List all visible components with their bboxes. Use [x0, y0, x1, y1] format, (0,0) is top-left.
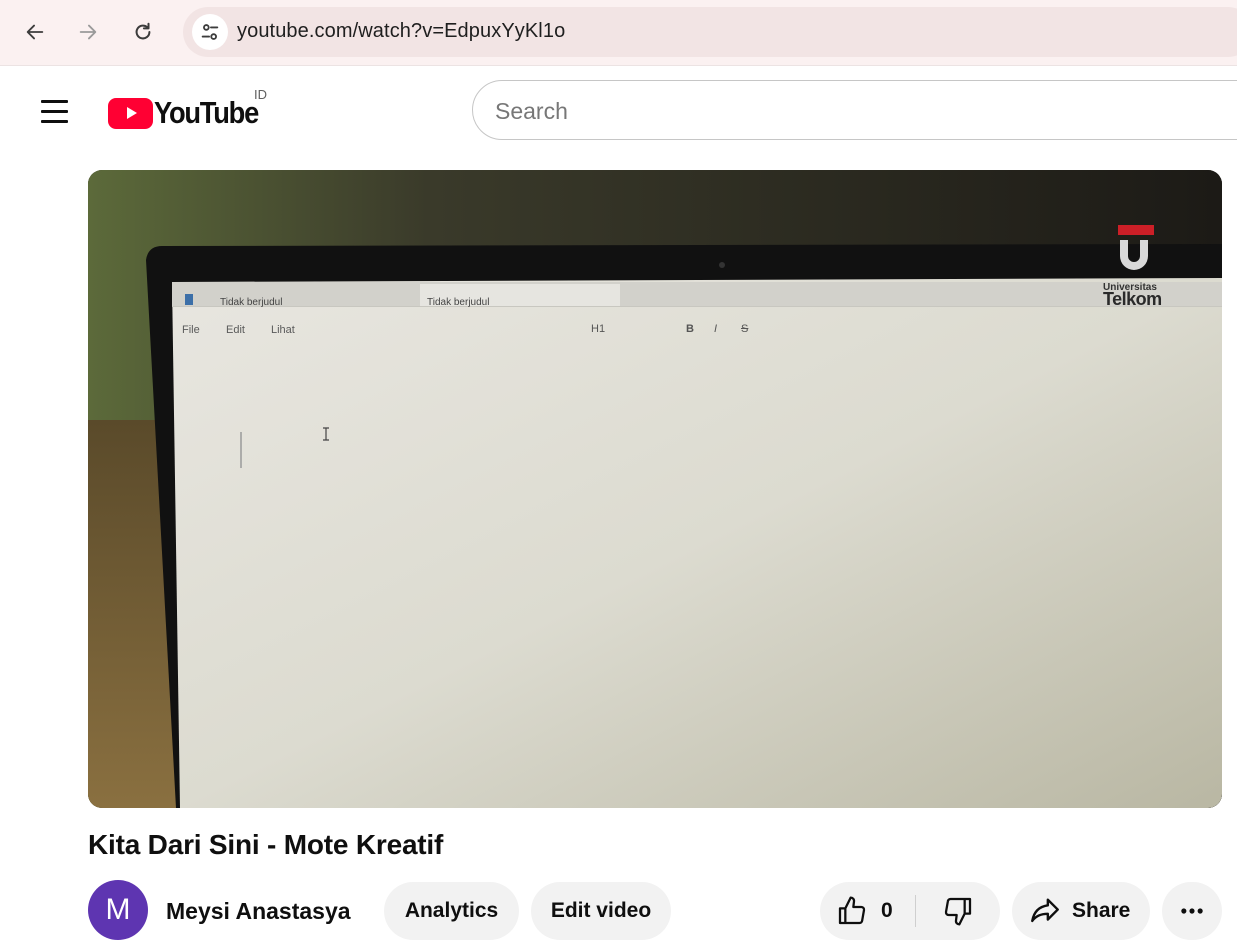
menu-icon[interactable] [34, 91, 74, 131]
video-bold-tool: B [686, 323, 694, 335]
share-label: Share [1072, 899, 1131, 922]
video-player[interactable]: Tidak berjudul Tidak berjudul File Edit … [88, 170, 1222, 808]
video-frame-image [88, 170, 1222, 808]
like-button[interactable]: 0 [820, 882, 915, 940]
forward-button[interactable] [70, 14, 106, 50]
arrow-right-icon [79, 24, 97, 40]
tune-icon [201, 24, 219, 40]
reload-icon [135, 22, 151, 40]
browser-toolbar: youtube.com/watch?v=EdpuxYyKl1o [0, 0, 1237, 66]
channel-avatar[interactable]: M [88, 880, 148, 940]
site-info-button[interactable] [192, 14, 228, 50]
edit-video-button[interactable]: Edit video [531, 882, 671, 940]
url-text[interactable]: youtube.com/watch?v=EdpuxYyKl1o [237, 20, 565, 43]
video-tab-1: Tidak berjudul [220, 297, 283, 308]
video-menu-edit: Edit [226, 324, 245, 336]
thumbs-down-icon [944, 897, 972, 926]
more-actions-button[interactable] [1162, 882, 1222, 940]
video-strike-tool: S [741, 323, 749, 335]
more-horizontal-icon [1181, 908, 1203, 914]
video-title: Kita Dari Sini - Mote Kreatif [88, 829, 444, 860]
video-italic-tool: I [714, 323, 718, 335]
search-box[interactable] [472, 80, 1237, 140]
like-dislike-group: 0 [820, 882, 1000, 940]
share-arrow-icon [1031, 898, 1059, 923]
video-heading-tool: H1 [591, 323, 606, 335]
youtube-logo[interactable]: YouTube [108, 95, 272, 131]
play-logo-icon [108, 97, 153, 129]
watermark-telkom: Telkom [1103, 289, 1162, 309]
arrow-left-icon [26, 24, 44, 40]
video-tab-2: Tidak berjudul [427, 297, 490, 308]
youtube-header: YouTube ID [0, 67, 1237, 155]
logo-text: YouTube [154, 95, 259, 130]
analytics-button[interactable]: Analytics [384, 882, 519, 940]
video-menu-view: Lihat [271, 324, 295, 336]
video-menu-file: File [182, 324, 200, 336]
search-input[interactable] [495, 95, 1195, 127]
region-code: ID [254, 87, 267, 102]
channel-name[interactable]: Meysi Anastasya [166, 898, 351, 925]
share-button[interactable]: Share [1012, 882, 1150, 940]
address-bar[interactable]: youtube.com/watch?v=EdpuxYyKl1o [183, 7, 1237, 57]
like-count: 0 [881, 899, 893, 922]
thumbs-up-icon [838, 896, 866, 925]
dislike-button[interactable] [916, 882, 1000, 940]
reload-button[interactable] [125, 14, 161, 50]
back-button[interactable] [17, 14, 53, 50]
